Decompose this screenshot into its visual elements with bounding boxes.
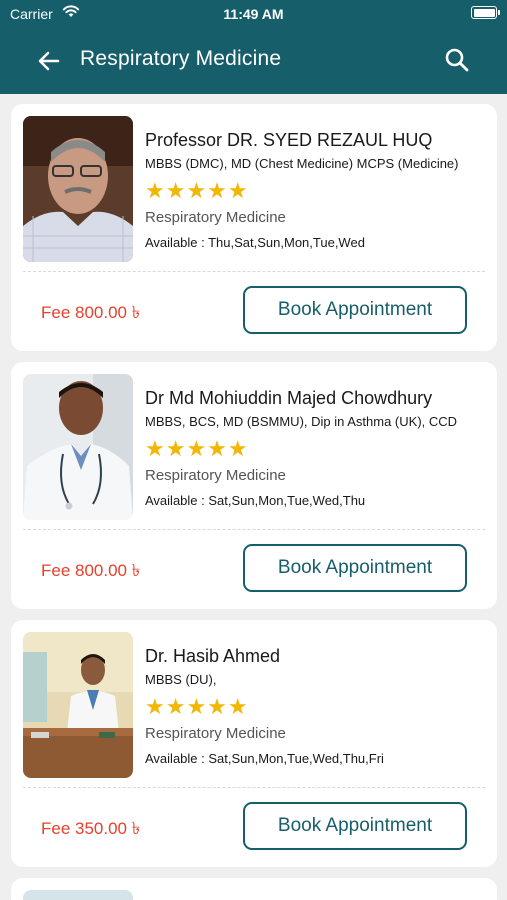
divider bbox=[23, 271, 485, 272]
doctor-name: Dr Md Mohiuddin Majed Chowdhury bbox=[145, 388, 433, 408]
availability: Available : Sat,Sun,Mon,Tue,Wed,Thu,Fri bbox=[145, 751, 384, 766]
availability: Available : Sat,Sun,Mon,Tue,Wed,Thu bbox=[145, 493, 366, 508]
arrow-left-icon[interactable] bbox=[35, 47, 63, 75]
doctor-photo bbox=[23, 890, 133, 900]
battery-icon bbox=[471, 6, 500, 19]
consultation-fee: Fee 350.00 ৳ bbox=[41, 819, 141, 838]
doctor-specialty: Respiratory Medicine bbox=[145, 467, 286, 484]
app-bar: Respiratory Medicine bbox=[0, 28, 507, 94]
divider bbox=[23, 529, 485, 530]
rating-stars: ★★★★★ bbox=[145, 178, 249, 203]
doctor-photo bbox=[23, 632, 133, 778]
book-appointment-button[interactable]: Book Appointment bbox=[243, 286, 467, 334]
page-title: Respiratory Medicine bbox=[80, 47, 282, 70]
search-icon[interactable] bbox=[443, 46, 471, 74]
doctor-degree: MBBS (DU), bbox=[145, 672, 217, 687]
doctor-photo bbox=[23, 116, 133, 262]
status-bar: Carrier 11:49 AM bbox=[0, 0, 507, 28]
rating-stars: ★★★★★ bbox=[145, 694, 249, 719]
consultation-fee: Fee 800.00 ৳ bbox=[41, 303, 141, 322]
rating-stars: ★★★★★ bbox=[145, 436, 249, 461]
consultation-fee: Fee 800.00 ৳ bbox=[41, 561, 141, 580]
doctor-specialty: Respiratory Medicine bbox=[145, 209, 286, 226]
clock: 11:49 AM bbox=[223, 6, 284, 22]
availability: Available : Thu,Sat,Sun,Mon,Tue,Wed bbox=[145, 235, 365, 250]
doctor-name: Dr. Hasib Ahmed bbox=[145, 646, 281, 666]
doctor-card[interactable] bbox=[11, 878, 497, 900]
doctor-card[interactable]: Dr Md Mohiuddin Majed Chowdhury MBBS, BC… bbox=[11, 362, 497, 609]
app-header: Carrier 11:49 AM Respiratory Medicine bbox=[0, 0, 507, 94]
divider bbox=[23, 787, 485, 788]
doctor-card[interactable]: Dr. Hasib Ahmed MBBS (DU), ★★★★★ Respira… bbox=[11, 620, 497, 867]
doctor-degree: MBBS, BCS, MD (BSMMU), Dip in Asthma (UK… bbox=[145, 414, 458, 429]
doctor-photo bbox=[23, 374, 133, 520]
book-appointment-button[interactable]: Book Appointment bbox=[243, 802, 467, 850]
book-appointment-button[interactable]: Book Appointment bbox=[243, 544, 467, 592]
doctor-card[interactable]: Professor DR. SYED REZAUL HUQ MBBS (DMC)… bbox=[11, 104, 497, 351]
doctor-name: Professor DR. SYED REZAUL HUQ bbox=[145, 130, 433, 150]
doctor-specialty: Respiratory Medicine bbox=[145, 725, 286, 742]
doctor-degree: MBBS (DMC), MD (Chest Medicine) MCPS (Me… bbox=[145, 156, 459, 171]
